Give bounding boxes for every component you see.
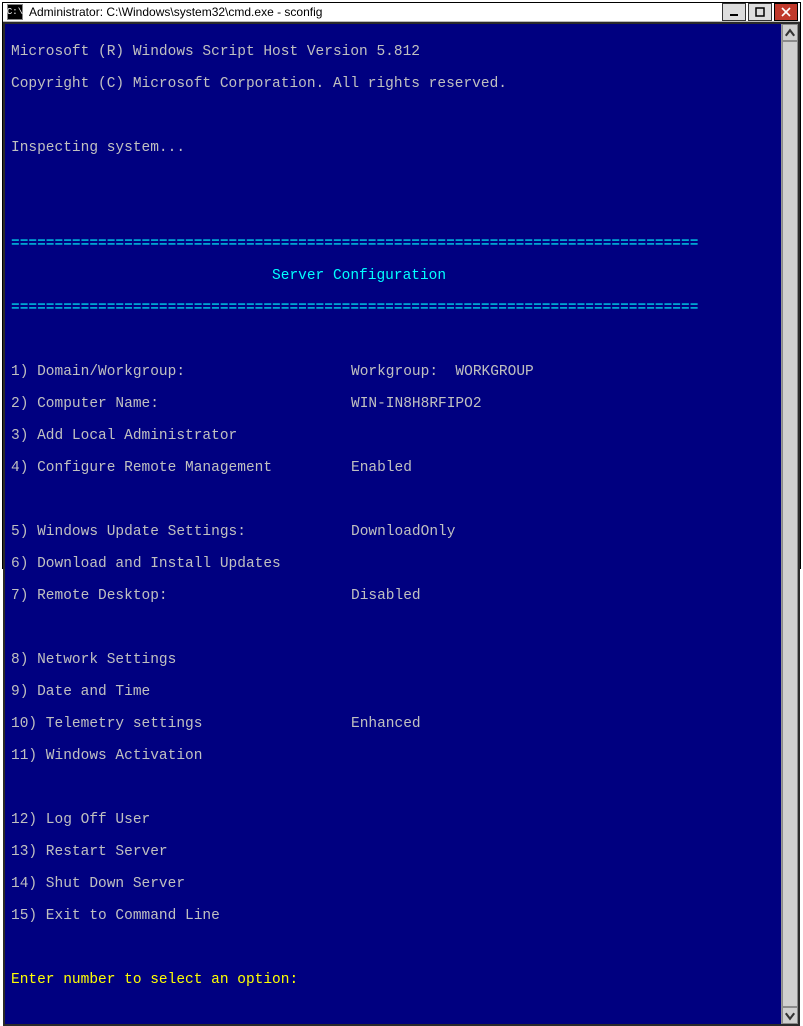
scroll-thumb[interactable] [782, 41, 798, 1007]
menu-item: 2) Computer Name:WIN-IN8H8RFIPO2 [11, 396, 775, 412]
chevron-down-icon [783, 1009, 797, 1023]
minimize-icon [729, 7, 739, 17]
maximize-button[interactable] [748, 3, 772, 21]
scroll-up-button[interactable] [782, 24, 798, 41]
header-line-1: Microsoft (R) Windows Script Host Versio… [11, 44, 775, 60]
menu-item: 12) Log Off User [11, 812, 775, 828]
vertical-scrollbar[interactable] [781, 24, 798, 1024]
cmd-window: C:\ Administrator: C:\Windows\system32\c… [2, 2, 801, 569]
menu-item: 3) Add Local Administrator [11, 428, 775, 444]
menu-item: 6) Download and Install Updates [11, 556, 775, 572]
prompt-line: Enter number to select an option: [11, 972, 775, 988]
window-title: Administrator: C:\Windows\system32\cmd.e… [29, 5, 722, 19]
menu-item: 9) Date and Time [11, 684, 775, 700]
menu-item: 1) Domain/Workgroup:Workgroup: WORKGROUP [11, 364, 775, 380]
divider-bottom: ========================================… [11, 300, 775, 316]
close-button[interactable] [774, 3, 798, 21]
console-output[interactable]: Microsoft (R) Windows Script Host Versio… [5, 24, 781, 1024]
menu-item: 11) Windows Activation [11, 748, 775, 764]
cmd-icon: C:\ [7, 4, 23, 20]
menu-item: 13) Restart Server [11, 844, 775, 860]
maximize-icon [755, 7, 765, 17]
divider-top: ========================================… [11, 236, 775, 252]
close-icon [781, 7, 791, 17]
menu-item: 10) Telemetry settingsEnhanced [11, 716, 775, 732]
menu-item: 7) Remote Desktop:Disabled [11, 588, 775, 604]
client-area: Microsoft (R) Windows Script Host Versio… [3, 22, 800, 1026]
chevron-up-icon [783, 26, 797, 40]
minimize-button[interactable] [722, 3, 746, 21]
header-line-2: Copyright (C) Microsoft Corporation. All… [11, 76, 775, 92]
menu-item: 15) Exit to Command Line [11, 908, 775, 924]
config-title: Server Configuration [11, 268, 775, 284]
menu-item: 5) Windows Update Settings:DownloadOnly [11, 524, 775, 540]
titlebar: C:\ Administrator: C:\Windows\system32\c… [3, 3, 800, 22]
window-buttons [722, 3, 798, 21]
inspecting-line: Inspecting system... [11, 140, 775, 156]
menu-item: 4) Configure Remote ManagementEnabled [11, 460, 775, 476]
scroll-down-button[interactable] [782, 1007, 798, 1024]
menu-item: 14) Shut Down Server [11, 876, 775, 892]
menu-item: 8) Network Settings [11, 652, 775, 668]
scroll-track[interactable] [782, 41, 798, 1007]
